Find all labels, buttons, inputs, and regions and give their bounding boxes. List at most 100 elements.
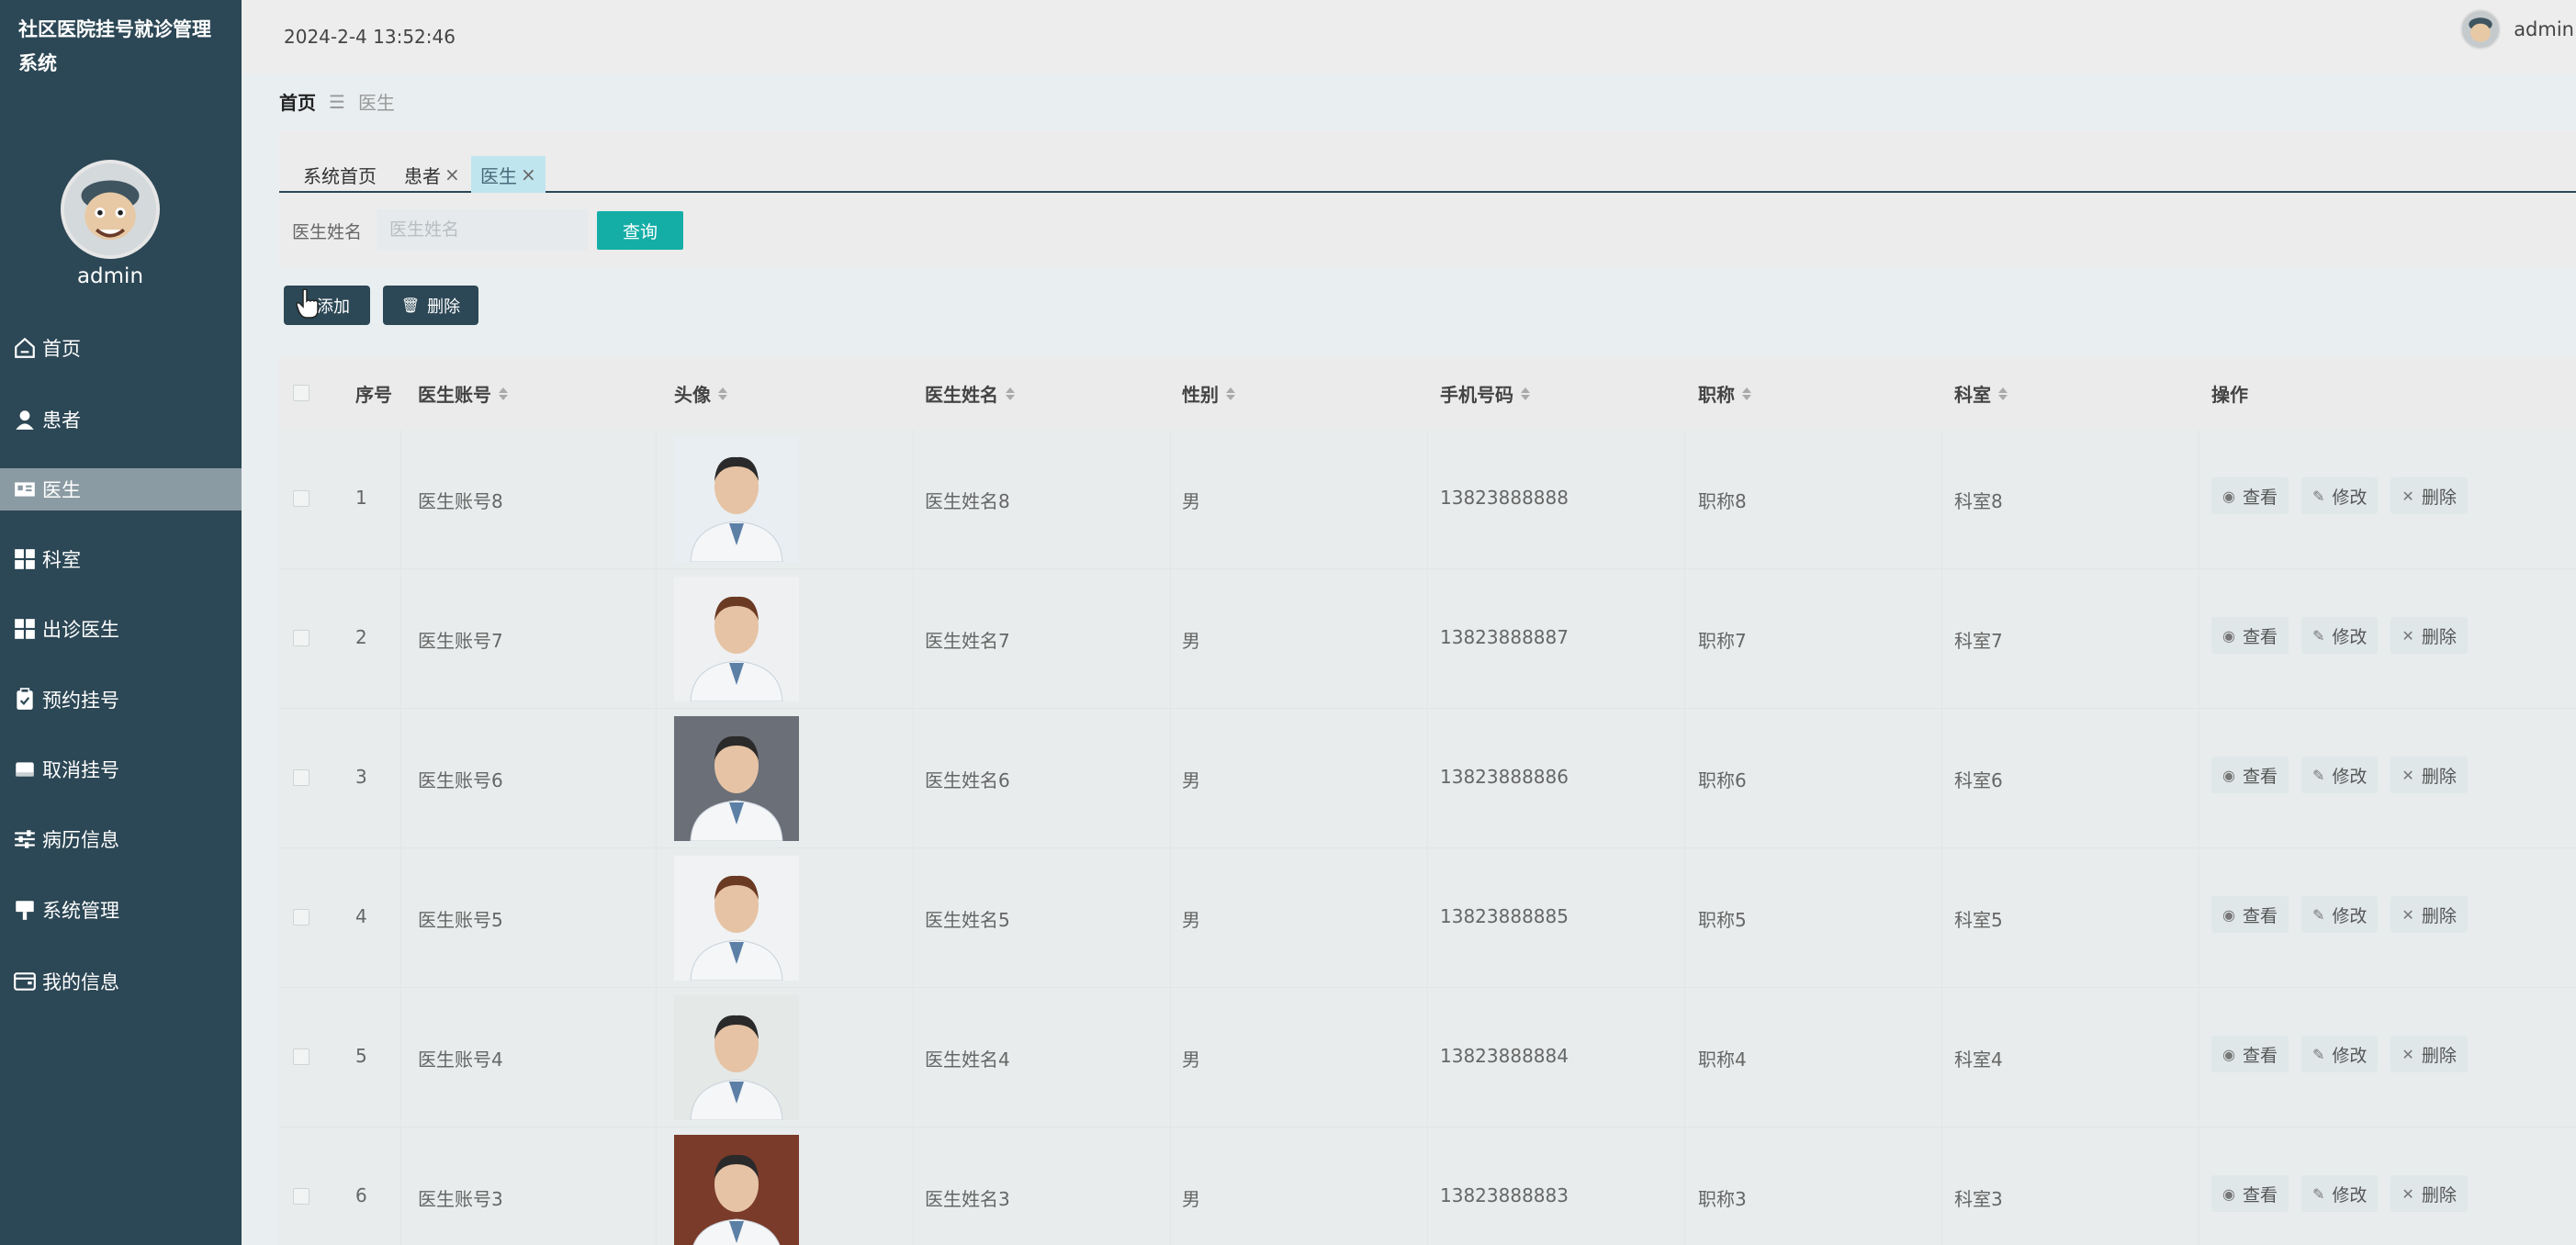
close-icon: ✕ (2402, 626, 2414, 645)
tab-system-home[interactable]: 系统首页 (294, 156, 386, 193)
sidebar-item-system-management[interactable]: 系统管理 (0, 889, 242, 931)
cell-title: 职称7 (1698, 630, 1747, 652)
header-title[interactable]: 职称 (1698, 380, 1751, 407)
delete-row-button[interactable]: ✕ 删除 (2390, 1036, 2468, 1072)
cell-phone: 13823888885 (1440, 905, 1569, 927)
row-checkbox[interactable] (293, 909, 309, 925)
cell-department: 科室4 (1954, 1049, 2003, 1071)
edit-button[interactable]: ✎ 修改 (2300, 1036, 2379, 1072)
sort-icon[interactable] (1226, 387, 1235, 400)
delete-row-button[interactable]: ✕ 删除 (2390, 617, 2468, 654)
cell-account: 医生账号7 (418, 630, 503, 652)
sort-icon[interactable] (499, 387, 508, 400)
sidebar-item-medical-records[interactable]: 病历信息 (0, 818, 242, 860)
edit-button[interactable]: ✎ 修改 (2300, 617, 2379, 654)
delete-button[interactable]: 🗑 删除 (383, 286, 478, 325)
doctor-name-search-input[interactable] (377, 209, 588, 250)
header-department[interactable]: 科室 (1954, 380, 2008, 407)
view-button[interactable]: ◉ 查看 (2211, 1036, 2289, 1072)
close-icon: ✕ (2402, 1045, 2414, 1063)
stamp-icon (11, 896, 39, 924)
sort-icon[interactable] (1521, 387, 1530, 400)
clipboard-icon (11, 686, 39, 713)
row-checkbox[interactable] (293, 769, 309, 786)
row-checkbox[interactable] (293, 490, 309, 507)
sidebar-item-visiting-doctors[interactable]: 出诊医生 (0, 608, 242, 650)
edit-icon: ✎ (2312, 487, 2325, 505)
cell-name: 医生姓名4 (925, 1049, 1010, 1071)
close-icon[interactable]: × (444, 163, 460, 185)
sidebar-item-home[interactable]: 首页 (0, 327, 242, 369)
view-button[interactable]: ◉ 查看 (2211, 477, 2289, 514)
sidebar-item-label: 系统管理 (42, 900, 119, 922)
grid-icon (11, 545, 39, 573)
tab-label: 患者 (404, 164, 441, 187)
user-icon (11, 406, 39, 433)
header-name[interactable]: 医生姓名 (925, 380, 1015, 407)
edit-button[interactable]: ✎ 修改 (2300, 896, 2379, 933)
tabs-search-panel: 系统首页 患者 × 医生 × 医生姓名 查询 (279, 130, 2576, 268)
view-button[interactable]: ◉ 查看 (2211, 617, 2289, 654)
header-gender[interactable]: 性别 (1182, 380, 1235, 407)
row-checkbox[interactable] (293, 1188, 309, 1205)
tab-patients[interactable]: 患者 × (395, 156, 469, 193)
sort-icon[interactable] (1006, 387, 1015, 400)
view-button[interactable]: ◉ 查看 (2211, 896, 2289, 933)
close-icon[interactable]: × (521, 163, 536, 185)
user-avatar (2460, 9, 2502, 50)
sidebar-avatar (61, 160, 160, 259)
edit-button[interactable]: ✎ 修改 (2300, 477, 2379, 514)
row-checkbox[interactable] (293, 630, 309, 646)
delete-row-button[interactable]: ✕ 删除 (2390, 896, 2468, 933)
current-datetime: 2024-2-4 13:52:46 (284, 26, 456, 48)
cell-name: 医生姓名5 (925, 909, 1010, 931)
doctor-photo (674, 995, 799, 1120)
header-phone[interactable]: 手机号码 (1440, 380, 1530, 407)
sidebar-item-patients[interactable]: 患者 (0, 398, 242, 441)
sidebar-item-label: 出诊医生 (42, 619, 119, 641)
header-avatar[interactable]: 头像 (674, 380, 727, 407)
row-checkbox[interactable] (293, 1049, 309, 1065)
delete-label: 删除 (427, 297, 461, 317)
query-button[interactable]: 查询 (597, 211, 683, 250)
cell-index: 1 (355, 487, 367, 509)
close-icon: ✕ (2402, 1184, 2414, 1203)
user-menu[interactable]: admin (2460, 9, 2576, 50)
tab-doctors[interactable]: 医生 × (471, 156, 546, 193)
delete-row-button[interactable]: ✕ 删除 (2390, 757, 2468, 793)
view-button[interactable]: ◉ 查看 (2211, 1175, 2289, 1212)
card-icon (11, 756, 39, 783)
cell-department: 科室7 (1954, 630, 2003, 652)
delete-row-button[interactable]: ✕ 删除 (2390, 477, 2468, 514)
home-icon (11, 334, 39, 362)
breadcrumb-home[interactable]: 首页 (279, 88, 316, 115)
eye-icon: ◉ (2222, 905, 2235, 924)
doctor-photo (674, 1135, 799, 1245)
close-icon: ✕ (2402, 905, 2414, 924)
edit-button[interactable]: ✎ 修改 (2300, 757, 2379, 793)
edit-button[interactable]: ✎ 修改 (2300, 1175, 2379, 1212)
system-title: 社区医院挂号就诊管理系统 (18, 18, 211, 74)
close-icon: ✕ (2402, 487, 2414, 505)
delete-row-button[interactable]: ✕ 删除 (2390, 1175, 2468, 1212)
eye-icon: ◉ (2222, 766, 2235, 784)
sidebar-item-my-info[interactable]: 我的信息 (0, 960, 242, 1003)
sidebar-item-cancel-appointments[interactable]: 取消挂号 (0, 748, 242, 791)
eye-icon: ◉ (2222, 1045, 2235, 1063)
doctor-photo (674, 716, 799, 841)
sidebar-item-doctors[interactable]: 医生 (0, 468, 242, 510)
table-row: 5 医生账号4 医生姓名4 男 13823888884 职称4 科室4 ◉ 查看 ✎ 修改 ✕ 删除 (279, 988, 2576, 1127)
sort-icon[interactable] (1742, 387, 1751, 400)
header-account[interactable]: 医生账号 (418, 380, 508, 407)
row-actions: ◉ 查看 ✎ 修改 ✕ 删除 (2211, 477, 2480, 514)
sidebar-item-appointments[interactable]: 预约挂号 (0, 679, 242, 721)
grid-icon (11, 615, 39, 643)
cell-gender: 男 (1182, 769, 1200, 791)
cell-account: 医生账号8 (418, 490, 503, 512)
sort-icon[interactable] (1998, 387, 2008, 400)
sidebar-item-departments[interactable]: 科室 (0, 538, 242, 580)
sort-icon[interactable] (718, 387, 727, 400)
view-button[interactable]: ◉ 查看 (2211, 757, 2289, 793)
select-all-checkbox[interactable] (293, 385, 309, 401)
row-actions: ◉ 查看 ✎ 修改 ✕ 删除 (2211, 896, 2480, 933)
